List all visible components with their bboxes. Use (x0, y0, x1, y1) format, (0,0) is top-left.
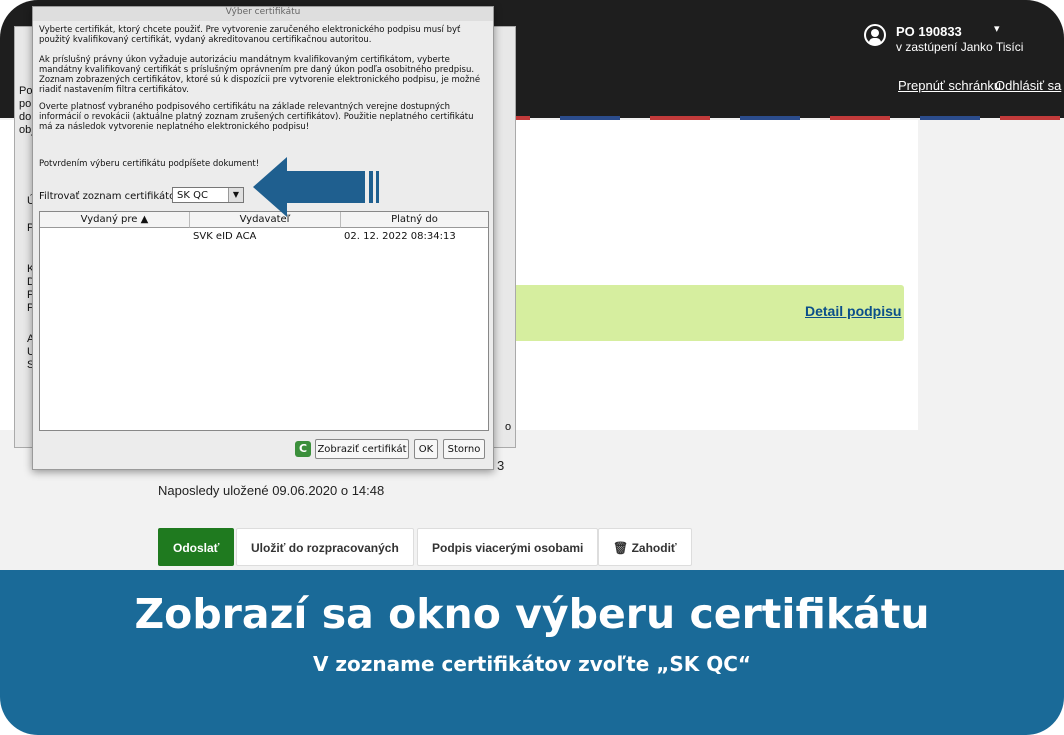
dialog-title: Výber certifikátu (33, 7, 493, 21)
certificate-selection-dialog: Výber certifikátu Vyberte certifikát, kt… (32, 6, 494, 470)
dialog-paragraph-2: Ak príslušný právny úkon vyžaduje autori… (39, 55, 481, 95)
chevron-down-icon[interactable]: ▾ (994, 22, 1000, 35)
user-representation: v zastúpení Janko Tisíci (896, 40, 1024, 54)
side-fragment: o (505, 421, 512, 433)
trash-icon: 🗑︎ (613, 541, 632, 555)
side-fragment: Po (19, 85, 33, 97)
filter-label: Filtrovať zoznam certifikátov: (39, 191, 184, 202)
banner-subtitle: V zozname certifikátov zvoľte „SK QC“ (312, 652, 752, 676)
discard-button[interactable]: 🗑︎ Zahodiť (598, 528, 692, 566)
cancel-button[interactable]: Storno (443, 439, 485, 459)
table-row[interactable]: SVK eID ACA 02. 12. 2022 08:34:13 (40, 229, 488, 244)
dialog-paragraph-3: Overte platnosť vybraného podpisového ce… (39, 102, 474, 132)
ok-button[interactable]: OK (414, 439, 438, 459)
save-draft-button[interactable]: Uložiť do rozpracovaných (236, 528, 414, 566)
column-header-issued-to[interactable]: Vydaný pre ▲ (40, 212, 190, 228)
dialog-paragraph-1: Vyberte certifikát, ktorý chcete použiť.… (39, 25, 461, 45)
show-certificate-button[interactable]: Zobraziť certifikát (315, 439, 409, 459)
screen: PO 190833 ▾ v zastúpení Janko Tisíci Pre… (0, 0, 1064, 735)
pointer-arrow-icon (253, 157, 379, 217)
user-name: PO 190833 (896, 24, 962, 39)
certificate-table: Vydaný pre ▲ Vydavateľ Platný do SVK eID… (39, 211, 489, 431)
obscured-text: 3 (497, 458, 505, 473)
side-fragment: po (19, 98, 32, 110)
switch-mailbox-link[interactable]: Prepnúť schránku (898, 78, 1001, 93)
logout-link[interactable]: Odhlásiť sa (995, 78, 1061, 93)
side-fragment: do (19, 111, 32, 123)
certificate-filter-select[interactable]: SK QC ▼ (172, 187, 244, 203)
last-saved-text: Naposledy uložené 09.06.2020 o 14:48 (158, 483, 385, 498)
banner-title: Zobrazí sa okno výberu certifikátu (134, 590, 930, 638)
discard-label: Zahodiť (631, 541, 677, 555)
send-button[interactable]: Odoslať (158, 528, 235, 566)
multi-sign-button[interactable]: Podpis viacerými osobami (417, 528, 599, 566)
cell-valid-to: 02. 12. 2022 08:34:13 (344, 231, 456, 242)
cell-issued-to (40, 229, 190, 244)
refresh-icon[interactable]: C (295, 441, 311, 457)
header-stripe (920, 116, 980, 120)
dropdown-arrow-icon[interactable]: ▼ (228, 188, 243, 202)
cell-issuer: SVK eID ACA (193, 231, 257, 242)
header-stripe (1000, 116, 1060, 120)
signature-detail-link[interactable]: Detail podpisu (805, 303, 901, 319)
user-avatar-icon (864, 24, 886, 46)
filter-selected-value: SK QC (177, 190, 208, 201)
